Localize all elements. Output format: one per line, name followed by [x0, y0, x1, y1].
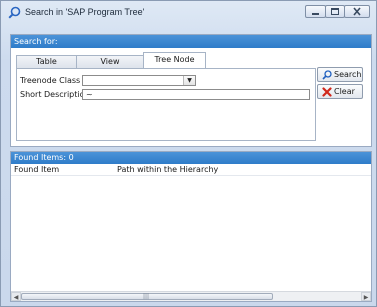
- clear-x-icon: [322, 87, 332, 97]
- clear-button[interactable]: Clear: [317, 84, 363, 99]
- search-panel: Search for: Table View Tree Node Treenod…: [10, 34, 372, 147]
- chevron-down-icon[interactable]: ▼: [183, 76, 195, 85]
- search-icon: [8, 6, 21, 19]
- scrollbar-thumb[interactable]: |||: [21, 293, 273, 300]
- short-description-label: Short Description: [20, 90, 90, 99]
- results-panel: Found Items: 0 Found Item Path within th…: [10, 151, 372, 302]
- tree-node-tab-content: Treenode Class ID ▼ Short Description ~: [16, 68, 316, 141]
- tab-tree-node[interactable]: Tree Node: [143, 52, 206, 68]
- search-panel-header: Search for:: [11, 35, 371, 48]
- search-dialog-window: Search in 'SAP Program Tree' Search for:…: [0, 0, 377, 307]
- scroll-left-arrow-icon[interactable]: ◀: [11, 292, 21, 301]
- scrollbar-grip-icon: |||: [143, 293, 150, 300]
- title-bar[interactable]: Search in 'SAP Program Tree': [1, 1, 376, 25]
- clear-button-label: Clear: [334, 87, 355, 96]
- minimize-button[interactable]: [305, 5, 326, 18]
- minimize-icon: [312, 13, 319, 15]
- maximize-icon: [331, 8, 339, 15]
- class-id-dropdown[interactable]: ▼: [82, 75, 196, 86]
- scroll-right-arrow-icon[interactable]: ▶: [361, 292, 371, 301]
- window-title: Search in 'SAP Program Tree': [25, 7, 145, 17]
- close-icon: [353, 7, 361, 16]
- search-icon: [322, 70, 332, 80]
- class-id-label: Treenode Class ID: [20, 76, 92, 85]
- search-button[interactable]: Search: [317, 67, 363, 82]
- horizontal-scrollbar[interactable]: ◀ ||| ▶: [11, 291, 371, 301]
- tab-table[interactable]: Table: [16, 55, 77, 68]
- short-description-input[interactable]: ~: [82, 89, 310, 100]
- found-items-header: Found Items: 0: [11, 152, 371, 164]
- tab-view[interactable]: View: [76, 55, 144, 68]
- close-button[interactable]: [344, 5, 370, 18]
- column-header-path[interactable]: Path within the Hierarchy: [107, 164, 371, 176]
- column-header-found-item[interactable]: Found Item: [11, 164, 107, 176]
- search-button-label: Search: [334, 70, 362, 79]
- maximize-button[interactable]: [325, 5, 345, 18]
